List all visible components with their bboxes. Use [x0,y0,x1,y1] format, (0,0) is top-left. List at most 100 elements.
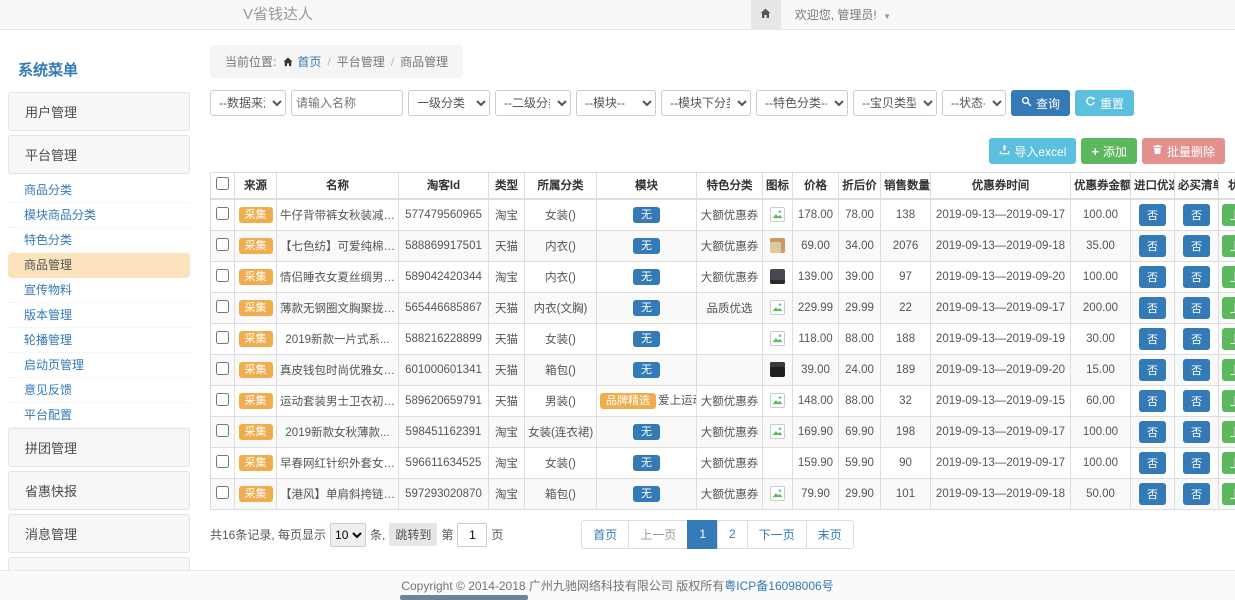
import-select-toggle[interactable]: 否 [1139,483,1166,505]
must-buy-toggle[interactable]: 否 [1183,390,1210,412]
row-checkbox[interactable] [216,455,229,468]
status-toggle[interactable]: 上架 [1222,235,1235,257]
sidebar-item-8[interactable]: 轮播管理 [8,328,190,353]
must-buy-toggle[interactable]: 否 [1183,452,1210,474]
level1-category-select[interactable]: 一级分类 [408,90,490,116]
cell-price: 229.99 [793,292,839,323]
must-buy-toggle[interactable]: 否 [1183,235,1210,257]
status-toggle[interactable]: 上架 [1222,452,1235,474]
sidebar-item-15[interactable]: 订单管理 [8,557,190,570]
import-select-toggle[interactable]: 否 [1139,359,1166,381]
reset-button[interactable]: 重置 [1075,90,1134,116]
jump-button[interactable]: 跳转到 [389,523,437,546]
page-number-button-1[interactable]: 1 [687,520,718,549]
import-select-toggle[interactable]: 否 [1139,328,1166,350]
import-select-toggle[interactable]: 否 [1139,390,1166,412]
horizontal-scrollbar-thumb[interactable] [400,595,528,600]
must-buy-toggle[interactable]: 否 [1183,328,1210,350]
search-button[interactable]: 查询 [1011,90,1070,116]
cell-sales: 189 [881,354,931,385]
sidebar-item-1[interactable]: 平台管理 [8,135,190,174]
row-checkbox[interactable] [216,300,229,313]
status-toggle[interactable]: 上架 [1222,390,1235,412]
cell-module: 品牌精选爱上运动 [597,385,697,416]
breadcrumb-item: 平台管理 [337,53,385,70]
row-checkbox[interactable] [216,207,229,220]
status-toggle[interactable]: 上架 [1222,328,1235,350]
status-toggle[interactable]: 上架 [1222,266,1235,288]
cell-coupon-time: 2019-09-13—2019-09-20 [931,354,1071,385]
sidebar-item-5[interactable]: 商品管理 [8,253,190,278]
user-menu[interactable]: 欢迎您, 管理员! ▼ [781,0,905,30]
must-buy-toggle[interactable]: 否 [1183,483,1210,505]
import-excel-button[interactable]: 导入excel [989,138,1076,164]
data-source-select[interactable]: --数据来源-- [210,90,286,116]
sidebar-item-0[interactable]: 用户管理 [8,92,190,131]
sidebar-item-10[interactable]: 意见反馈 [8,378,190,403]
import-select-toggle[interactable]: 否 [1139,204,1166,226]
row-checkbox[interactable] [216,331,229,344]
cell-module: 无 [597,230,697,261]
must-buy-toggle[interactable]: 否 [1183,421,1210,443]
page-number-button-2[interactable]: 2 [717,520,748,549]
sidebar-item-14[interactable]: 消息管理 [8,514,190,553]
module-subcategory-select[interactable]: --模块下分类-- [661,90,751,116]
import-select-toggle[interactable]: 否 [1139,297,1166,319]
import-select-toggle[interactable]: 否 [1139,266,1166,288]
module-badge: 无 [633,207,660,223]
must-buy-toggle[interactable]: 否 [1183,359,1210,381]
row-checkbox[interactable] [216,238,229,251]
feature-category-select[interactable]: --特色分类-- [756,90,848,116]
must-buy-toggle[interactable]: 否 [1183,297,1210,319]
home-button[interactable] [751,0,781,30]
jump-page-input[interactable] [457,523,487,547]
sidebar-item-7[interactable]: 版本管理 [8,303,190,328]
level2-category-select[interactable]: --二级分类-- [495,90,571,116]
status-toggle[interactable]: 上架 [1222,297,1235,319]
sidebar-item-9[interactable]: 启动页管理 [8,353,190,378]
cell-type: 天猫 [489,385,525,416]
sidebar-menu: 用户管理平台管理商品分类模块商品分类特色分类商品管理宣传物料版本管理轮播管理启动… [8,92,190,570]
sidebar-item-12[interactable]: 拼团管理 [8,428,190,467]
cell-icon [763,292,793,323]
import-select-toggle[interactable]: 否 [1139,452,1166,474]
row-checkbox[interactable] [216,362,229,375]
sidebar-item-6[interactable]: 宣传物料 [8,278,190,303]
row-checkbox[interactable] [216,424,229,437]
sidebar-item-11[interactable]: 平台配置 [8,403,190,428]
row-checkbox[interactable] [216,393,229,406]
status-toggle[interactable]: 上架 [1222,359,1235,381]
cell-feature: 大额优惠券 [697,261,763,292]
status-toggle[interactable]: 上架 [1222,483,1235,505]
select-all-checkbox[interactable] [216,177,229,190]
breadcrumb-home-link[interactable]: 首页 [282,53,321,70]
row-checkbox[interactable] [216,486,229,499]
name-search-input[interactable] [291,90,403,116]
last-page-button[interactable]: 末页 [806,520,854,549]
import-select-toggle[interactable]: 否 [1139,235,1166,257]
cell-import-select: 否 [1131,354,1175,385]
import-select-toggle[interactable]: 否 [1139,421,1166,443]
sidebar-item-3[interactable]: 模块商品分类 [8,203,190,228]
status-toggle[interactable]: 上架 [1222,421,1235,443]
sidebar-item-13[interactable]: 省惠快报 [8,471,190,510]
per-page-select[interactable]: 10 [330,523,366,547]
must-buy-toggle[interactable]: 否 [1183,204,1210,226]
first-page-button[interactable]: 首页 [581,520,629,549]
module-select[interactable]: --模块-- [576,90,656,116]
prev-page-button[interactable]: 上一页 [628,520,688,549]
status-toggle[interactable]: 上架 [1222,204,1235,226]
batch-delete-button[interactable]: 批量删除 [1142,138,1225,164]
next-page-button[interactable]: 下一页 [747,520,807,549]
cell-price: 118.00 [793,323,839,354]
must-buy-toggle[interactable]: 否 [1183,266,1210,288]
row-checkbox[interactable] [216,269,229,282]
home-icon [282,56,294,68]
col-import-select: 进口优选 [1131,173,1175,199]
add-button[interactable]: + 添加 [1081,138,1137,164]
item-type-select[interactable]: --宝贝类型-- [853,90,937,116]
sidebar-item-4[interactable]: 特色分类 [8,228,190,253]
sidebar-item-2[interactable]: 商品分类 [8,178,190,203]
status-select[interactable]: --状态-- [942,90,1006,116]
icp-link[interactable]: 粤ICP备16098006号 [724,577,833,594]
